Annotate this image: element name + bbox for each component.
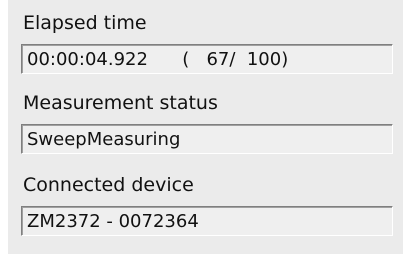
elapsed-time-label: Elapsed time [23,12,147,34]
measurement-status-label: Measurement status [23,92,218,114]
elapsed-time-group: Elapsed time 00:00:04.922 ( 67/ 100) [21,10,395,80]
measurement-status-value: SweepMeasuring [27,129,181,150]
connected-device-field: ZM2372 - 0072364 [21,206,393,236]
measurement-status-field: SweepMeasuring [21,124,393,154]
measurement-info-panel: Elapsed time 00:00:04.922 ( 67/ 100) Mea… [8,0,403,254]
connected-device-value: ZM2372 - 0072364 [27,211,199,232]
elapsed-time-field: 00:00:04.922 ( 67/ 100) [21,44,393,74]
measurement-status-group: Measurement status SweepMeasuring [21,90,395,160]
elapsed-time-value: 00:00:04.922 ( 67/ 100) [27,49,289,70]
connected-device-label: Connected device [23,174,194,196]
connected-device-group: Connected device ZM2372 - 0072364 [21,172,395,242]
